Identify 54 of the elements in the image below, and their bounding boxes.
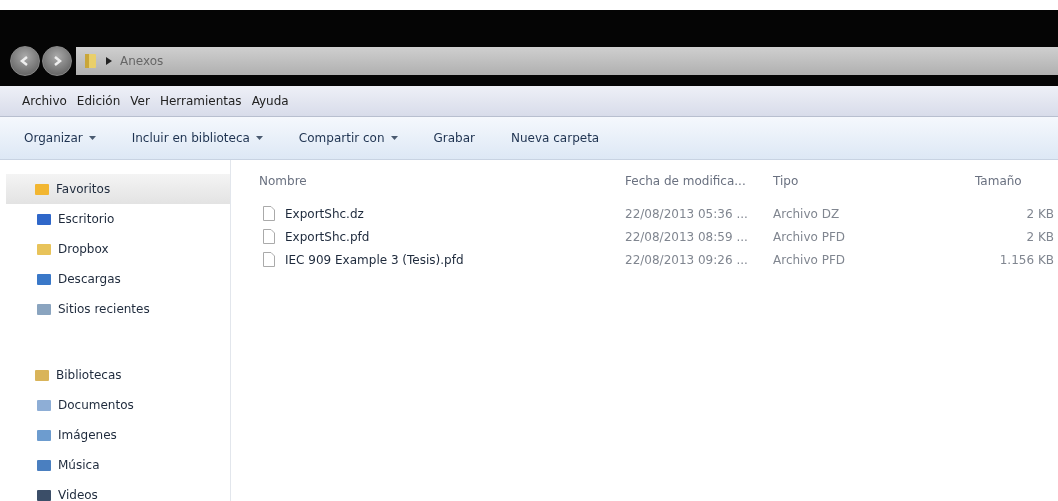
folder-icon <box>36 272 52 286</box>
column-header[interactable]: Fecha de modifica... <box>625 174 773 188</box>
table-cell-text: Archivo PFD <box>773 229 847 244</box>
folder-icon <box>34 182 50 196</box>
toolbar-button[interactable]: Organizar <box>24 127 96 149</box>
toolbar-button[interactable]: Compartir con <box>298 127 398 149</box>
sidebar-item[interactable]: Dropbox <box>0 234 230 264</box>
sidebar-group[interactable]: Bibliotecas <box>6 360 230 390</box>
column-header[interactable]: Tamaño <box>883 174 1058 188</box>
menu-item[interactable]: Ver <box>130 94 150 108</box>
sidebar-item[interactable]: Descargas <box>0 264 230 294</box>
table-cell-text: 1.156 KB <box>998 252 1055 267</box>
sidebar-item[interactable]: Videos <box>0 480 230 501</box>
file-icon <box>263 252 275 267</box>
folder-icon <box>36 458 52 472</box>
table-cell-text: Archivo PFD <box>773 252 847 267</box>
sidebar-item[interactable]: Documentos <box>0 390 230 420</box>
file-name[interactable]: IEC 909 Example 3 (Tesis).pfd <box>285 252 464 267</box>
table-cell-text: 22/08/2013 09:26 ... <box>625 252 749 267</box>
menu-item[interactable]: Edición <box>76 94 121 108</box>
folder-icon <box>36 242 52 256</box>
table-cell-text: 22/08/2013 05:36 ... <box>625 206 749 221</box>
folder-icon <box>36 302 52 316</box>
folder-icon <box>36 398 52 412</box>
folder-icon <box>36 212 52 226</box>
menu-item[interactable]: Herramientas <box>159 94 242 108</box>
address-path: Anexos <box>120 54 164 68</box>
folder-icon <box>84 53 98 69</box>
sidebar-group[interactable]: Favoritos <box>6 174 230 204</box>
back-button[interactable] <box>10 46 40 76</box>
toolbar-button[interactable]: Incluir en biblioteca <box>131 127 263 149</box>
folder-icon <box>36 428 52 442</box>
column-header[interactable]: Tipo <box>773 174 883 188</box>
folder-icon <box>34 368 50 382</box>
file-icon <box>263 229 275 244</box>
sidebar-item[interactable]: Imágenes <box>0 420 230 450</box>
sidebar-item[interactable]: Música <box>0 450 230 480</box>
table-cell-text: 2 KB <box>1025 206 1055 221</box>
menu-item[interactable]: Archivo <box>22 94 67 108</box>
file-icon <box>263 206 275 221</box>
table-cell-text: 22/08/2013 08:59 ... <box>625 229 749 244</box>
forward-button[interactable] <box>42 46 72 76</box>
file-name[interactable]: ExportShc.pfd <box>285 229 370 244</box>
sidebar-item[interactable]: Escritorio <box>0 204 230 234</box>
toolbar-button[interactable]: Grabar <box>433 127 475 149</box>
menu-item[interactable]: Ayuda <box>251 94 289 108</box>
folder-icon <box>36 488 52 501</box>
table-cell-text: Archivo DZ <box>773 206 841 221</box>
chevron-icon <box>106 57 112 65</box>
file-name[interactable]: ExportShc.dz <box>285 206 364 221</box>
sidebar-item[interactable]: Sitios recientes <box>0 294 230 324</box>
toolbar-button[interactable]: Nueva carpeta <box>511 127 600 149</box>
column-header[interactable]: Nombre <box>249 174 625 188</box>
table-cell-text: 2 KB <box>1025 229 1055 244</box>
